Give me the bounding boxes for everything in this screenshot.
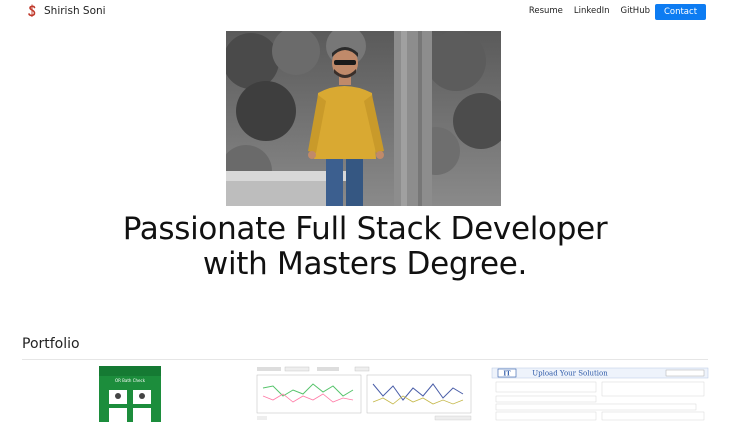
nav-link-linkedin[interactable]: LinkedIn <box>574 6 610 16</box>
brand[interactable]: Shirish Soni <box>28 4 106 18</box>
portfolio-thumb-mobile-app[interactable]: OR Bath Check <box>99 366 161 422</box>
nav-links: Resume LinkedIn GitHub <box>518 6 650 16</box>
brand-name: Shirish Soni <box>44 5 106 17</box>
hero-headline: Passionate Full Stack Developer with Mas… <box>122 211 608 282</box>
thumb-caption-1: OR Bath Check <box>115 378 146 383</box>
navbar: Shirish Soni Resume LinkedIn GitHub Cont… <box>0 0 750 28</box>
hero-photo <box>226 31 501 206</box>
portfolio-thumb-dashboard[interactable] <box>255 366 475 422</box>
portfolio-thumb-upload-solution[interactable]: IT Upload Your Solution <box>490 366 710 422</box>
portfolio-divider <box>22 359 708 360</box>
svg-text:IT: IT <box>503 371 511 378</box>
s-logo-icon <box>28 4 36 18</box>
thumb-caption-3: Upload Your Solution <box>532 370 608 378</box>
portfolio-title: Portfolio <box>22 336 80 352</box>
contact-button[interactable]: Contact <box>655 4 706 20</box>
nav-link-resume[interactable]: Resume <box>529 6 563 16</box>
nav-link-github[interactable]: GitHub <box>621 6 650 16</box>
